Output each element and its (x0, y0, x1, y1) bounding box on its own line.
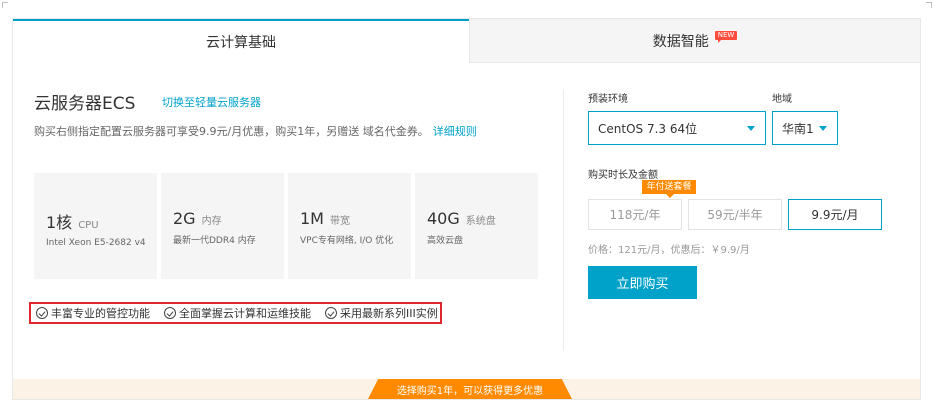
corner-mark (2, 2, 8, 8)
spec-unit: CPU (78, 220, 99, 231)
detail-rules-link[interactable]: 详细规则 (433, 125, 477, 138)
spec-detail: 最新一代DDR4 内存 (173, 236, 256, 246)
feature-label: 采用最新系列III实例 (340, 307, 438, 320)
tab-data-intelligence[interactable]: 数据智能 NEW (469, 19, 920, 63)
tab-label: 数据智能 (652, 33, 709, 50)
env-selected-value: CentOS 7.3 64位 (598, 121, 698, 136)
caret-down-icon (819, 126, 827, 131)
spec-detail: Intel Xeon E5-2682 v4 (46, 238, 146, 248)
feature-item: 丰富专业的管控功能 (36, 305, 150, 321)
spec-detail: 高效云盘 (427, 236, 464, 246)
price-text: 价格：121元/月，优惠后：￥9.9/月 (588, 245, 750, 256)
feature-item: 采用最新系列III实例 (325, 305, 438, 321)
spec-disk: 40G 系统盘 高效云盘 (415, 173, 538, 279)
caret-down-icon (747, 126, 755, 131)
feature-item: 全面掌握云计算和运维技能 (164, 305, 311, 321)
check-circle-icon (325, 307, 337, 319)
spec-value: 40G (427, 209, 460, 228)
env-select[interactable]: CentOS 7.3 64位 (588, 111, 766, 145)
region-select[interactable]: 华南1 (772, 111, 838, 145)
promo-text: 购买右侧指定配置云服务器可享受9.9元/月优惠，购买1年，另赠送 域名代金券。详… (34, 123, 477, 139)
buy-now-button[interactable]: 立即购买 (588, 266, 697, 299)
spec-unit: 内存 (201, 216, 222, 227)
region-label: 地域 (772, 94, 792, 105)
bottom-promo-bar: 选择购买1年，可以获得更多优惠 (13, 379, 920, 399)
promo-description: 购买右侧指定配置云服务器可享受9.9元/月优惠，购买1年，另赠送 域名代金券。 (34, 125, 429, 138)
spec-list: 1核 CPU Intel Xeon E5-2682 v4 2G 内存 最新一代DDR… (34, 173, 538, 279)
product-card: 云计算基础 数据智能 NEW 云服务器ECS 切换至轻量云服务器 购买右侧指定配… (12, 18, 921, 400)
duration-options: 118元/年 59元/半年 9.9元/月 (588, 199, 882, 230)
switch-lightweight-link[interactable]: 切换至轻量云服务器 (162, 94, 261, 110)
duration-yearly[interactable]: 118元/年 (588, 199, 682, 230)
bottom-promo-banner[interactable]: 选择购买1年，可以获得更多优惠 (368, 379, 572, 399)
section-divider (563, 89, 564, 351)
tab-bar: 云计算基础 数据智能 NEW (13, 19, 920, 63)
env-label: 预装环境 (588, 94, 628, 105)
duration-label: 购买时长及金额 (588, 170, 658, 181)
tab-cloud-basics[interactable]: 云计算基础 (13, 19, 469, 63)
spec-unit: 带宽 (329, 216, 350, 227)
spec-memory: 2G 内存 最新一代DDR4 内存 (161, 173, 284, 279)
feature-list: 丰富专业的管控功能 全面掌握云计算和运维技能 采用最新系列III实例 (29, 302, 442, 324)
spec-value: 1M (300, 209, 324, 228)
page-frame: 云计算基础 数据智能 NEW 云服务器ECS 切换至轻量云服务器 购买右侧指定配… (0, 0, 934, 412)
spec-value: 2G (173, 209, 196, 228)
feature-label: 全面掌握云计算和运维技能 (179, 307, 311, 320)
check-circle-icon (164, 307, 176, 319)
product-title: 云服务器ECS (34, 94, 136, 114)
gift-badge: 年付送套餐 (642, 180, 696, 198)
tab-label: 云计算基础 (206, 35, 276, 51)
duration-half-year[interactable]: 59元/半年 (688, 199, 782, 230)
feature-label: 丰富专业的管控功能 (51, 307, 150, 320)
spec-value: 1核 (46, 213, 73, 232)
check-circle-icon (36, 307, 48, 319)
duration-monthly[interactable]: 9.9元/月 (788, 199, 882, 230)
spec-unit: 系统盘 (465, 216, 496, 227)
region-selected-value: 华南1 (782, 121, 814, 136)
new-badge: NEW (714, 31, 738, 43)
spec-detail: VPC专有网络, I/O 优化 (300, 236, 394, 246)
spec-cpu: 1核 CPU Intel Xeon E5-2682 v4 (34, 173, 157, 279)
corner-mark (926, 2, 932, 8)
spec-bandwidth: 1M 带宽 VPC专有网络, I/O 优化 (288, 173, 411, 279)
